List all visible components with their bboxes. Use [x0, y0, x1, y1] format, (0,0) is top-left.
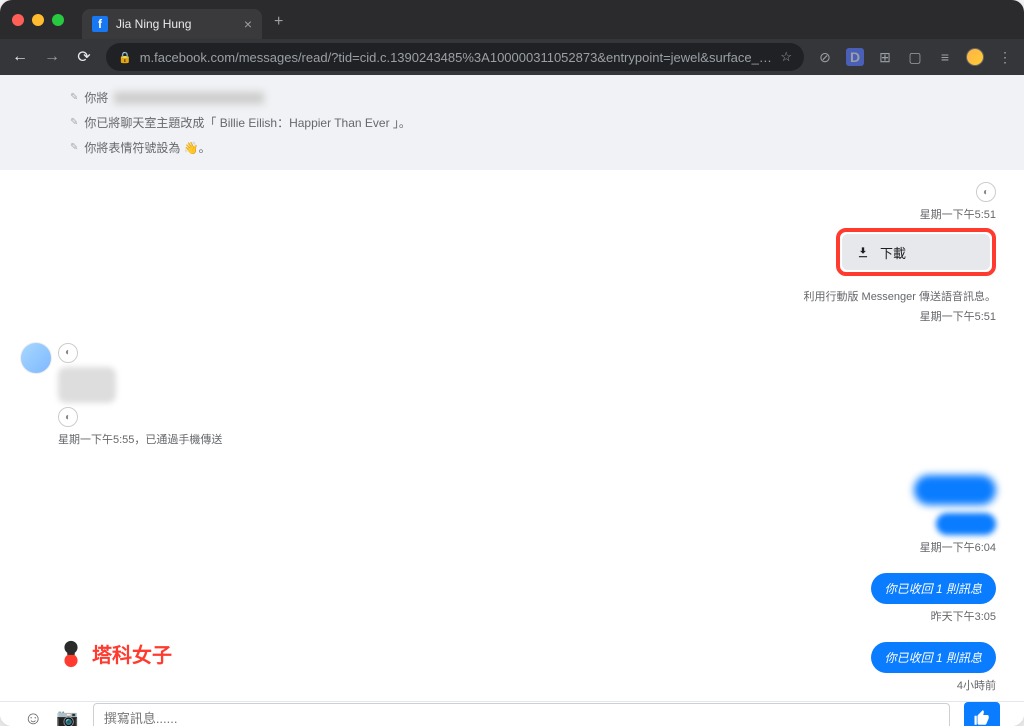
- timestamp: 4小時前: [957, 677, 996, 693]
- voice-message-icon[interactable]: ◐: [58, 407, 78, 427]
- pencil-icon: ✎: [70, 142, 78, 153]
- page-content: ✎ 你將 ✎ 你已將聊天室主題改成「 Billie Eilish：Happier…: [0, 75, 1024, 726]
- sent-message-blurred: [936, 513, 996, 535]
- new-tab-button[interactable]: +: [274, 13, 283, 31]
- voice-hint: 利用行動版 Messenger 傳送語音訊息。: [803, 288, 996, 304]
- redacted-text: [114, 92, 264, 104]
- back-button[interactable]: ←: [10, 48, 30, 66]
- timestamp: 昨天下午3:05: [931, 608, 996, 624]
- system-message-row: ✎ 你將表情符號設為 👋。: [70, 135, 954, 160]
- download-label: 下載: [880, 243, 906, 262]
- extension-icons: ⊘ D ⊞ ▢ ≡ ⋮: [816, 48, 1014, 66]
- reload-button[interactable]: ⟳: [74, 47, 94, 67]
- friend-avatar[interactable]: [20, 342, 52, 374]
- address-bar: ← → ⟳ 🔒 m.facebook.com/messages/read/?ti…: [0, 39, 1024, 75]
- voice-message-icon[interactable]: ◐: [58, 343, 78, 363]
- profile-avatar[interactable]: [966, 48, 984, 66]
- tab-title: Jia Ning Hung: [116, 17, 236, 31]
- url-text: m.facebook.com/messages/read/?tid=cid.c.…: [140, 50, 773, 65]
- minimize-window-button[interactable]: [32, 14, 44, 26]
- pencil-icon: ✎: [70, 92, 78, 103]
- browser-titlebar: f Jia Ning Hung × +: [0, 0, 1024, 39]
- extension-d-icon[interactable]: D: [846, 48, 864, 66]
- star-icon[interactable]: ☆: [780, 49, 792, 65]
- recalled-message: 你已收回 1 則訊息: [871, 642, 996, 673]
- download-icon: [856, 245, 870, 259]
- reading-list-icon[interactable]: ≡: [936, 48, 954, 66]
- camera-button[interactable]: 📷: [56, 708, 78, 726]
- browser-tab[interactable]: f Jia Ning Hung ×: [82, 9, 262, 39]
- thumbs-up-icon: [973, 709, 991, 726]
- like-button[interactable]: [964, 702, 1000, 726]
- message-input[interactable]: [93, 703, 950, 726]
- close-window-button[interactable]: [12, 14, 24, 26]
- close-tab-button[interactable]: ×: [244, 16, 252, 32]
- watermark: 塔科女子: [56, 638, 172, 668]
- pencil-icon: ✎: [70, 117, 78, 128]
- adblock-icon[interactable]: ⊘: [816, 48, 834, 66]
- forward-button[interactable]: →: [42, 48, 62, 66]
- voice-message-icon[interactable]: ◐: [976, 182, 996, 202]
- menu-icon[interactable]: ⋮: [996, 48, 1014, 66]
- system-messages: ✎ 你將 ✎ 你已將聊天室主題改成「 Billie Eilish：Happier…: [0, 75, 1024, 170]
- chat-messages: ◐ 星期一下午5:51 下載 利用行動版 Messenger 傳送語音訊息。 星…: [0, 170, 1024, 701]
- lock-icon: 🔒: [118, 51, 132, 64]
- message-meta: 星期一下午5:55，已通過手機傳送: [58, 431, 996, 447]
- maximize-window-button[interactable]: [52, 14, 64, 26]
- watermark-icon: [56, 638, 86, 668]
- system-message-row: ✎ 你已將聊天室主題改成「 Billie Eilish：Happier Than…: [70, 110, 954, 135]
- system-message-row: ✎ 你將: [70, 85, 954, 110]
- download-button[interactable]: 下載: [842, 234, 990, 270]
- cast-icon[interactable]: ▢: [906, 48, 924, 66]
- watermark-text: 塔科女子: [92, 639, 172, 668]
- extensions-icon[interactable]: ⊞: [876, 48, 894, 66]
- message-composer: ☺ 📷: [0, 701, 1024, 726]
- sys-msg-text: 你將: [84, 89, 108, 106]
- facebook-favicon: f: [92, 16, 108, 32]
- timestamp: 星期一下午6:04: [920, 539, 996, 555]
- url-input[interactable]: 🔒 m.facebook.com/messages/read/?tid=cid.…: [106, 43, 804, 71]
- window-controls: [12, 14, 64, 26]
- emoji-button[interactable]: ☺: [24, 708, 42, 726]
- timestamp: 星期一下午5:51: [920, 206, 996, 222]
- blurred-message: [58, 367, 116, 403]
- recalled-message: 你已收回 1 則訊息: [871, 573, 996, 604]
- sys-msg-text: 你將表情符號設為 👋。: [84, 139, 210, 156]
- sent-message-blurred: [914, 475, 996, 505]
- download-highlight: 下載: [836, 228, 996, 276]
- sys-msg-text: 你已將聊天室主題改成「 Billie Eilish：Happier Than E…: [84, 114, 411, 131]
- timestamp: 星期一下午5:51: [920, 308, 996, 324]
